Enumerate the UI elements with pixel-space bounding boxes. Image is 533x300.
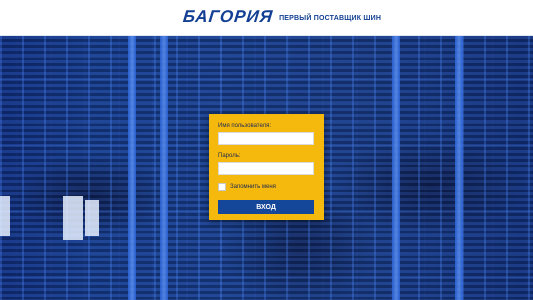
- login-button[interactable]: ВХОД: [218, 200, 314, 214]
- tire-label-sticker: [0, 196, 10, 236]
- fence-post: [455, 36, 463, 300]
- remember-checkbox[interactable]: [218, 183, 226, 191]
- fence-post: [392, 36, 400, 300]
- logo-wordmark: БАГОРИЯ: [182, 7, 275, 26]
- password-input[interactable]: [218, 162, 314, 175]
- remember-me[interactable]: Запомнить меня: [218, 183, 276, 191]
- tire-label-sticker: [85, 200, 99, 236]
- login-panel: Имя пользователя: Пароль: Запомнить меня…: [209, 114, 324, 220]
- password-label: Пароль:: [218, 153, 241, 159]
- remember-label: Запомнить меня: [230, 184, 276, 190]
- fence-post: [160, 36, 168, 300]
- logo-tagline: ПЕРВЫЙ ПОСТАВЩИК ШИН: [279, 14, 382, 22]
- username-label: Имя пользователя:: [218, 123, 272, 129]
- brand-logo[interactable]: БАГОРИЯ ПЕРВЫЙ ПОСТАВЩИК ШИН: [182, 6, 382, 28]
- username-input[interactable]: [218, 132, 314, 145]
- header-bar: БАГОРИЯ ПЕРВЫЙ ПОСТАВЩИК ШИН: [0, 0, 533, 36]
- tire-label-sticker: [63, 196, 83, 240]
- fence-post: [128, 36, 136, 300]
